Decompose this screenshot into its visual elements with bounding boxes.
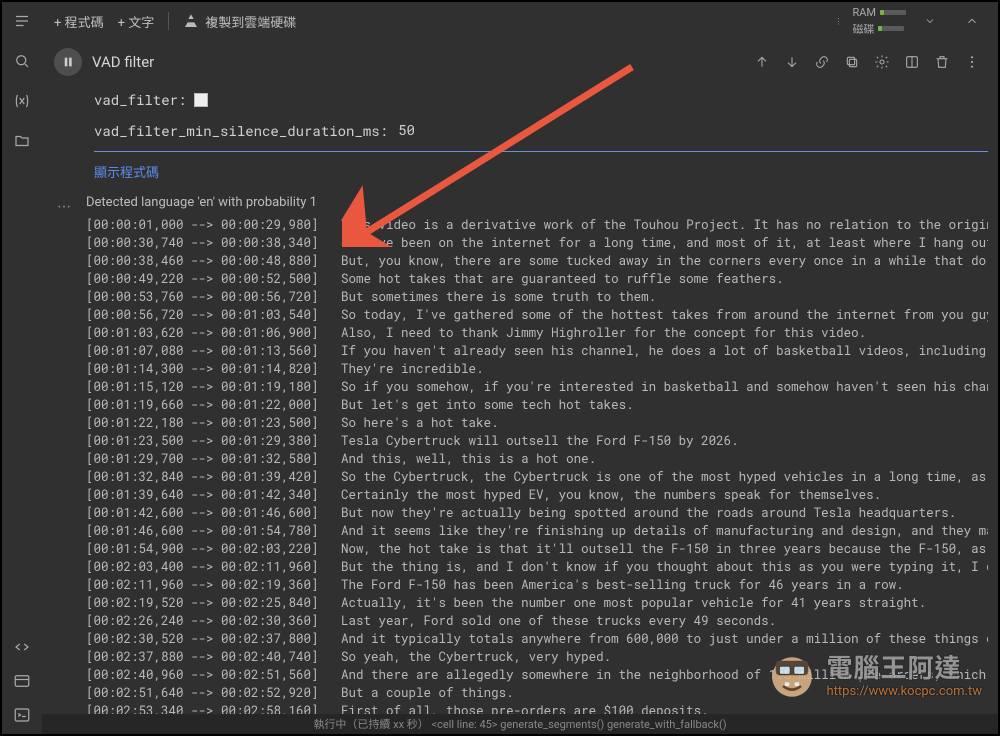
mirror-cell-icon[interactable] [902,52,922,72]
cell-title: VAD filter [92,53,154,71]
search-icon[interactable] [11,50,33,72]
collapse-header-icon[interactable] [958,7,986,35]
command-palette-icon[interactable] [11,670,33,692]
variables-icon[interactable] [11,90,33,112]
copy-to-drive-button[interactable]: 複製到雲端硬碟 [183,12,296,31]
runtime-dropdown-icon[interactable] [916,7,944,35]
vad-min-silence-label: vad_filter_min_silence_duration_ms: [94,121,388,140]
more-cell-icon[interactable] [962,52,982,72]
vad-min-silence-input[interactable] [396,119,476,141]
app-frame: + 程式碼 + 文字 複製到雲端硬碟 ⋮ RAM 磁碟 [0,0,1000,736]
vad-filter-checkbox[interactable] [194,93,208,107]
transcript-output: [00:00:01,000 --> 00:00:29,980] This vid… [82,216,988,714]
main-column: + 程式碼 + 文字 複製到雲端硬碟 ⋮ RAM 磁碟 [42,2,998,734]
ram-meter [880,10,906,15]
output-collapse-gutter[interactable]: ⋯ [48,195,82,217]
detected-language-line: Detected language 'en' with probability … [86,195,988,210]
vad-filter-label: vad_filter: [94,90,186,109]
terminal-icon[interactable] [11,704,33,726]
cell-action-bar [752,52,982,72]
copy-cell-icon[interactable] [842,52,862,72]
status-text: 執行中（已持續 xx 秒） <cell line: 45> generate_s… [313,716,726,732]
move-up-icon[interactable] [752,52,772,72]
gear-icon[interactable] [872,52,892,72]
left-rail [2,2,42,734]
cell-form: vad_filter: vad_filter_min_silence_durat… [94,90,988,181]
move-down-icon[interactable] [782,52,802,72]
link-icon[interactable] [812,52,832,72]
add-text-button[interactable]: + 文字 [118,12,155,31]
cell-output: Detected language 'en' with probability … [82,195,988,714]
disk-label: 磁碟 [852,21,874,37]
files-icon[interactable] [11,130,33,152]
notebook-content: VAD filter vad_filter: [42,40,998,714]
delete-cell-icon[interactable] [932,52,952,72]
ram-label: RAM [852,6,876,19]
form-divider [94,151,988,152]
notebook-toolbar: + 程式碼 + 文字 複製到雲端硬碟 ⋮ RAM 磁碟 [42,2,998,40]
show-code-button[interactable]: 顯示程式碼 [94,162,988,181]
toc-icon[interactable] [11,10,33,32]
vad-filter-cell: VAD filter vad_filter: [48,44,988,181]
run-cell-button[interactable] [54,48,82,76]
add-code-button[interactable]: + 程式碼 [54,12,104,31]
code-snippets-icon[interactable] [11,636,33,658]
runtime-status[interactable]: ⋮ RAM 磁碟 [834,6,944,37]
status-bar: 執行中（已持續 xx 秒） <cell line: 45> generate_s… [42,714,998,734]
copy-to-drive-label: 複製到雲端硬碟 [205,12,296,31]
disk-meter [878,26,904,31]
